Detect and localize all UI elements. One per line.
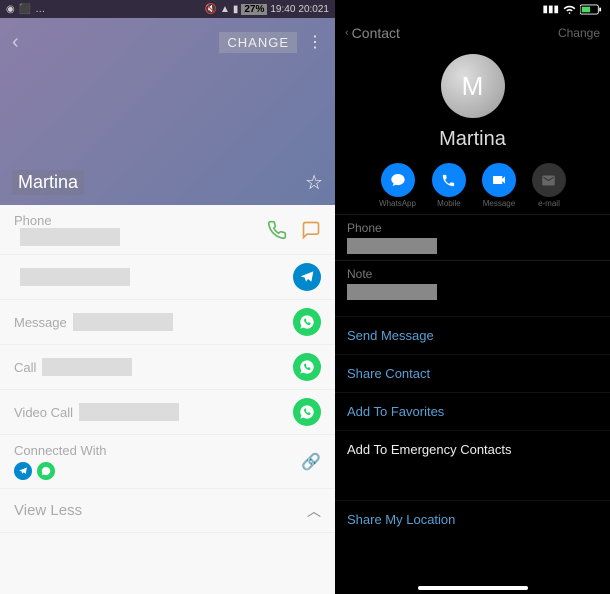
phone-icon[interactable] (267, 220, 287, 240)
whatsapp-video-row[interactable]: Video Call (0, 390, 335, 435)
signal-icon: ▮▮▮ (542, 4, 559, 15)
phone-number-redacted (20, 228, 120, 246)
mail-icon (532, 163, 566, 197)
clock-1: 19:40 (270, 4, 295, 15)
chevron-up-icon: ︿ (307, 501, 321, 521)
phone-label: Phone (347, 221, 598, 235)
share-contact-link[interactable]: Share Contact (335, 354, 610, 392)
contact-hero: ‹ CHANGE ⋮ Martina ☆ (0, 18, 335, 205)
note-section[interactable]: Note (335, 260, 610, 306)
connected-with-row: Connected With 🔗 (0, 435, 335, 489)
link-icon: 🔗 (301, 452, 321, 472)
whatsapp-icon (37, 462, 55, 480)
telegram-value-redacted (20, 268, 130, 286)
phone-icon (432, 163, 466, 197)
back-button[interactable]: ‹ (12, 31, 19, 54)
telegram-row[interactable] (0, 255, 335, 300)
action-mobile[interactable]: Mobile (432, 163, 466, 208)
whatsapp-icon[interactable] (293, 353, 321, 381)
phone-section[interactable]: Phone (335, 214, 610, 260)
action-email: e-mail (532, 163, 566, 208)
battery-icon (580, 4, 602, 15)
view-less-row[interactable]: View Less ︿ (0, 489, 335, 533)
phone-row[interactable]: Phone (0, 205, 335, 255)
telegram-icon (14, 462, 32, 480)
action-video[interactable]: Message (482, 163, 516, 208)
favorite-star-icon[interactable]: ☆ (305, 170, 323, 195)
phone-label: Phone (14, 213, 120, 228)
whatsapp-message-row[interactable]: Message (0, 300, 335, 345)
signal-icon: ▮ (233, 4, 239, 15)
overflow-menu-icon[interactable]: ⋮ (307, 32, 323, 52)
ios-status-bar: 9:41 ▮▮▮ (335, 0, 610, 18)
whatsapp-icon[interactable] (293, 308, 321, 336)
message-bubble-icon (381, 163, 415, 197)
header-title: Contact (352, 25, 400, 41)
telegram-icon[interactable] (293, 263, 321, 291)
change-button[interactable]: CHANGE (219, 32, 297, 53)
quick-actions: WhatsApp Mobile Message e-mail (335, 163, 610, 208)
contact-name: Martina (335, 128, 610, 151)
send-message-link[interactable]: Send Message (335, 316, 610, 354)
action-label: e-mail (538, 199, 560, 208)
phone-value-redacted (347, 238, 437, 254)
note-label: Note (347, 267, 598, 281)
back-button[interactable]: ‹ (345, 27, 349, 39)
change-button[interactable]: Change (558, 26, 600, 40)
android-status-bar: ◉ ⬛ … 🔇 ▲ ▮ 27% 19:40 20:021 (0, 0, 335, 18)
call-label: Call (14, 360, 36, 375)
action-label: Mobile (437, 199, 461, 208)
message-label: Message (14, 315, 67, 330)
ios-header: ‹ Contact Change (335, 18, 610, 48)
whatsapp-call-row[interactable]: Call (0, 345, 335, 390)
note-value-redacted (347, 284, 437, 300)
contact-detail-list: Phone Message Call Video Call (0, 205, 335, 594)
action-whatsapp[interactable]: WhatsApp (379, 163, 416, 208)
android-contact-screen: ◉ ⬛ … 🔇 ▲ ▮ 27% 19:40 20:021 ‹ CHANGE ⋮ … (0, 0, 335, 594)
ios-contact-screen: 9:41 ▮▮▮ ‹ Contact Change M Martina What… (335, 0, 610, 594)
clock-2: 20:021 (298, 4, 329, 15)
connected-label: Connected With (14, 443, 107, 458)
view-less-label: View Less (14, 502, 82, 519)
video-value-redacted (79, 403, 179, 421)
whatsapp-icon[interactable] (293, 398, 321, 426)
avatar: M (441, 54, 505, 118)
status-system-icons: 🔇 ▲ ▮ 27% 19:40 20:021 (204, 4, 329, 15)
video-icon (482, 163, 516, 197)
wifi-icon: ▲ (220, 4, 230, 15)
call-value-redacted (42, 358, 132, 376)
home-indicator[interactable] (418, 586, 528, 590)
more-icon: … (35, 4, 45, 15)
battery-percent: 27% (241, 4, 267, 15)
status-notification-icons: ◉ ⬛ … (6, 4, 45, 15)
whatsapp-icon: ◉ (6, 4, 15, 15)
message-value-redacted (73, 313, 173, 331)
add-emergency-link[interactable]: Add To Emergency Contacts (335, 430, 610, 468)
wifi-icon (563, 4, 576, 14)
message-icon[interactable] (301, 220, 321, 240)
action-label: Message (483, 199, 515, 208)
app-icon: ⬛ (19, 4, 31, 15)
mute-icon: 🔇 (204, 4, 216, 15)
contact-name: Martina (12, 170, 84, 195)
share-location-link[interactable]: Share My Location (335, 500, 610, 538)
add-favorites-link[interactable]: Add To Favorites (335, 392, 610, 430)
video-call-label: Video Call (14, 405, 73, 420)
avatar-container: M (335, 54, 610, 118)
action-label: WhatsApp (379, 199, 416, 208)
